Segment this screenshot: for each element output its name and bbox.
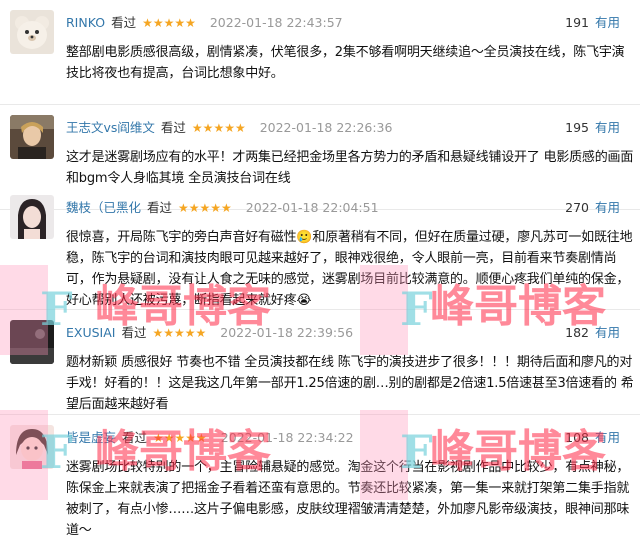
review-item: EXUSIAI 看过 ★★★★★ 2022-01-18 22:39:56 182 有… bbox=[0, 310, 640, 415]
useful-button[interactable]: 有用 bbox=[595, 325, 620, 340]
user-avatar[interactable] bbox=[10, 10, 54, 54]
author-link[interactable]: RINKO bbox=[66, 15, 105, 30]
user-avatar[interactable] bbox=[10, 195, 54, 239]
watched-status: 看过 bbox=[147, 200, 173, 215]
watched-status: 看过 bbox=[121, 325, 147, 340]
useful-button[interactable]: 有用 bbox=[595, 120, 620, 135]
watched-status: 看过 bbox=[122, 430, 148, 445]
vote-area: 195 有用 bbox=[565, 118, 620, 138]
vote-count: 108 bbox=[565, 430, 589, 445]
review-date: 2022-01-18 22:26:36 bbox=[259, 120, 393, 135]
vote-area: 182 有用 bbox=[565, 323, 620, 343]
review-meta: RINKO 看过 ★★★★★ 2022-01-18 22:43:57 191 有用 bbox=[66, 13, 630, 33]
user-avatar[interactable] bbox=[10, 115, 54, 159]
vote-count: 270 bbox=[565, 200, 589, 215]
watched-status: 看过 bbox=[160, 120, 186, 135]
review-meta: 魏枝（已黑化 看过 ★★★★★ 2022-01-18 22:04:51 270 有用 bbox=[66, 198, 630, 218]
author-link[interactable]: EXUSIAI bbox=[66, 325, 115, 340]
review-text: 很惊喜，开局陈飞宇的旁白声音好有磁性🥲和原著稍有不同，但好在质量过硬，廖凡苏可一… bbox=[66, 230, 633, 308]
user-avatar[interactable] bbox=[10, 320, 54, 364]
child-photo-avatar bbox=[10, 425, 54, 469]
woman-photo-avatar bbox=[10, 195, 54, 239]
review-meta: EXUSIAI 看过 ★★★★★ 2022-01-18 22:39:56 182 有… bbox=[66, 323, 630, 343]
user-avatar[interactable] bbox=[10, 425, 54, 469]
rating-stars: ★★★★★ bbox=[153, 431, 207, 445]
vote-count: 191 bbox=[565, 15, 589, 30]
person-photo-avatar bbox=[10, 115, 54, 159]
review-text: 这才是迷雾剧场应有的水平！才两集已经把金场里各方势力的矛盾和悬疑线铺设开了 电影… bbox=[66, 150, 634, 186]
useful-button[interactable]: 有用 bbox=[595, 15, 620, 30]
vote-area: 108 有用 bbox=[565, 428, 620, 448]
dark-photo-avatar bbox=[10, 320, 54, 364]
review-date: 2022-01-18 22:04:51 bbox=[245, 200, 379, 215]
review-item: RINKO 看过 ★★★★★ 2022-01-18 22:43:57 191 有用 … bbox=[0, 0, 640, 105]
teddy-bear-avatar bbox=[10, 10, 54, 54]
review-item: 皆是虚妄 看过 ★★★★★ 2022-01-18 22:34:22 108 有用 迷… bbox=[0, 415, 640, 538]
watched-status: 看过 bbox=[111, 15, 137, 30]
useful-button[interactable]: 有用 bbox=[595, 200, 620, 215]
rating-stars: ★★★★★ bbox=[142, 16, 196, 30]
review-date: 2022-01-18 22:34:22 bbox=[220, 430, 354, 445]
review-item: 魏枝（已黑化 看过 ★★★★★ 2022-01-18 22:04:51 270 有用… bbox=[0, 185, 640, 310]
rating-stars: ★★★★★ bbox=[191, 121, 246, 135]
review-text: 迷雾剧场比较特别的一个，主冒险辅悬疑的感觉。淘金这个行当在影视剧作品中比较少，有… bbox=[66, 460, 630, 538]
review-meta: 王志文vs阎维文 看过 ★★★★★ 2022-01-18 22:26:36 195… bbox=[66, 118, 630, 138]
author-link[interactable]: 魏枝（已黑化 bbox=[66, 200, 141, 215]
review-meta: 皆是虚妄 看过 ★★★★★ 2022-01-18 22:34:22 108 有用 bbox=[66, 428, 630, 448]
author-link[interactable]: 皆是虚妄 bbox=[66, 430, 116, 445]
rating-stars: ★★★★★ bbox=[152, 326, 207, 340]
vote-count: 182 bbox=[565, 325, 589, 340]
rating-stars: ★★★★★ bbox=[178, 201, 232, 215]
vote-count: 195 bbox=[565, 120, 589, 135]
review-date: 2022-01-18 22:39:56 bbox=[220, 325, 354, 340]
useful-button[interactable]: 有用 bbox=[595, 430, 620, 445]
review-text: 题材新颖 质感很好 节奏也不错 全员演技都在线 陈飞宇的演技进步了很多！！！期待… bbox=[66, 355, 634, 412]
review-date: 2022-01-18 22:43:57 bbox=[209, 15, 343, 30]
author-link[interactable]: 王志文vs阎维文 bbox=[66, 120, 155, 135]
review-text: 整部剧电影质感很高级，剧情紧凑，伏笔很多，2集不够看啊明天继续追～全员演技在线，… bbox=[66, 45, 625, 81]
vote-area: 270 有用 bbox=[565, 198, 620, 218]
vote-area: 191 有用 bbox=[565, 13, 620, 33]
